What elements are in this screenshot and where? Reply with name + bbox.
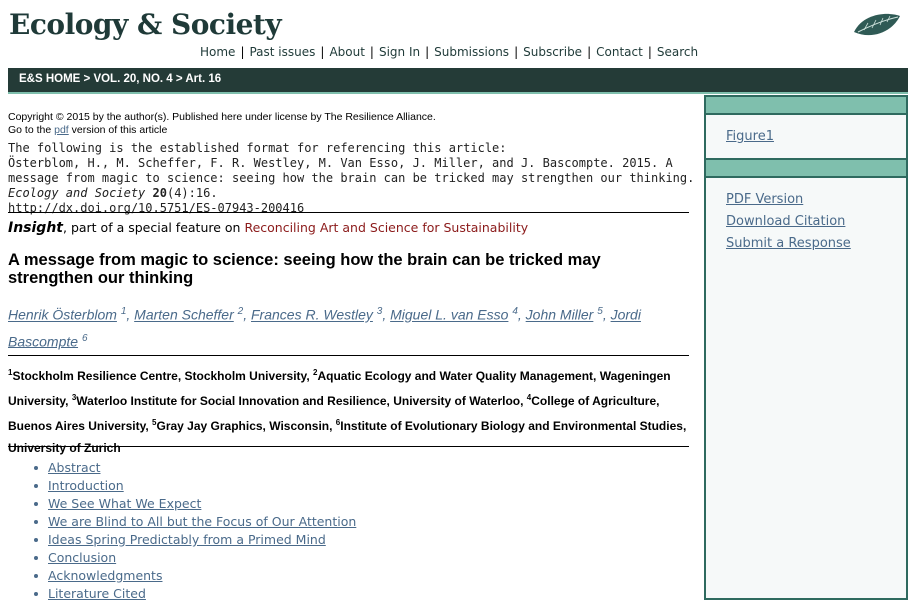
divider: [8, 446, 689, 447]
divider: [8, 355, 689, 356]
nav-home[interactable]: Home: [200, 45, 235, 59]
toc-item: Introduction: [30, 477, 356, 495]
toc-item: We See What We Expect: [30, 495, 356, 513]
nav-submissions[interactable]: Submissions: [434, 45, 509, 59]
toc-link-conclusion[interactable]: Conclusion: [48, 550, 116, 565]
author-link[interactable]: Frances R. Westley: [251, 307, 373, 323]
citation-text: Österblom, H., M. Scheffer, F. R. Westle…: [8, 156, 695, 200]
toc-item: Conclusion: [30, 549, 356, 567]
toc-item: Acknowledgments: [30, 567, 356, 585]
article-type: Insight: [8, 220, 63, 236]
submit-response-link[interactable]: Submit a Response: [726, 233, 906, 255]
sidebar-actions: PDF Version Download Citation Submit a R…: [706, 178, 906, 265]
copyright-line: Copyright © 2015 by the author(s). Publi…: [8, 111, 436, 123]
sidebar-header-bar: [706, 95, 906, 115]
toc-link-we-are-blind[interactable]: We are Blind to All but the Focus of Our…: [48, 514, 356, 529]
citation-volume: 20: [152, 186, 167, 200]
special-feature-link[interactable]: Reconciling Art and Science for Sustaina…: [244, 220, 528, 235]
figure1-link[interactable]: Figure1: [726, 126, 906, 148]
copyright-notice: Copyright © 2015 by the author(s). Publi…: [8, 111, 436, 137]
toc-link-literature-cited[interactable]: Literature Cited: [48, 586, 146, 600]
nav-about[interactable]: About: [329, 45, 364, 59]
toc-link-acknowledgments[interactable]: Acknowledgments: [48, 568, 162, 583]
toc-item: We are Blind to All but the Focus of Our…: [30, 513, 356, 531]
toc-item: Abstract: [30, 459, 356, 477]
article-sidebar: Figure1 PDF Version Download Citation Su…: [704, 95, 908, 600]
toc-link-introduction[interactable]: Introduction: [48, 478, 124, 493]
pdf-line: Go to the pdf version of this article: [8, 124, 168, 136]
sidebar-divider-bar: [706, 158, 906, 178]
nav-past-issues[interactable]: Past issues: [249, 45, 315, 59]
nav-contact[interactable]: Contact: [596, 45, 643, 59]
author-list: Henrik Österblom 1, Marten Scheffer 2, F…: [8, 306, 641, 350]
toc-link-we-see[interactable]: We See What We Expect: [48, 496, 201, 511]
author-link[interactable]: Henrik Österblom: [8, 307, 117, 323]
top-navigation: Home | Past issues | About | Sign In | Submissio…: [200, 45, 699, 59]
nav-subscribe[interactable]: Subscribe: [523, 45, 582, 59]
citation-block: The following is the established format …: [8, 141, 698, 216]
nav-sign-in[interactable]: Sign In: [379, 45, 420, 59]
journal-logo[interactable]: Ecology & Society: [9, 8, 282, 41]
leaf-logo-icon: [854, 13, 900, 36]
author-link[interactable]: John Miller: [526, 307, 594, 323]
special-feature-line: Insight, part of a special feature on Re…: [8, 220, 529, 236]
article-title: A message from magic to science: seeing …: [8, 251, 601, 287]
nav-search[interactable]: Search: [657, 45, 698, 59]
citation-doi: http://dx.doi.org/10.5751/ES-07943-20041…: [8, 201, 305, 215]
citation-intro: The following is the established format …: [8, 141, 507, 155]
breadcrumb[interactable]: E&S HOME > VOL. 20, NO. 4 > Art. 16: [8, 68, 908, 94]
toc-item: Ideas Spring Predictably from a Primed M…: [30, 531, 356, 549]
sidebar-figures: Figure1: [706, 115, 906, 158]
toc-item: Literature Cited: [30, 585, 356, 600]
author-link[interactable]: Miguel L. van Esso: [390, 307, 508, 323]
affiliations: 1Stockholm Resilience Centre, Stockholm …: [8, 368, 687, 455]
pdf-link[interactable]: pdf: [54, 124, 69, 136]
author-link[interactable]: Marten Scheffer: [134, 307, 234, 323]
citation-journal: Ecology and Society: [8, 186, 146, 200]
pdf-version-link[interactable]: PDF Version: [726, 189, 906, 211]
download-citation-link[interactable]: Download Citation: [726, 211, 906, 233]
table-of-contents: Abstract Introduction We See What We Exp…: [30, 459, 356, 600]
toc-link-ideas-spring[interactable]: Ideas Spring Predictably from a Primed M…: [48, 532, 326, 547]
toc-link-abstract[interactable]: Abstract: [48, 460, 100, 475]
divider: [8, 212, 689, 213]
